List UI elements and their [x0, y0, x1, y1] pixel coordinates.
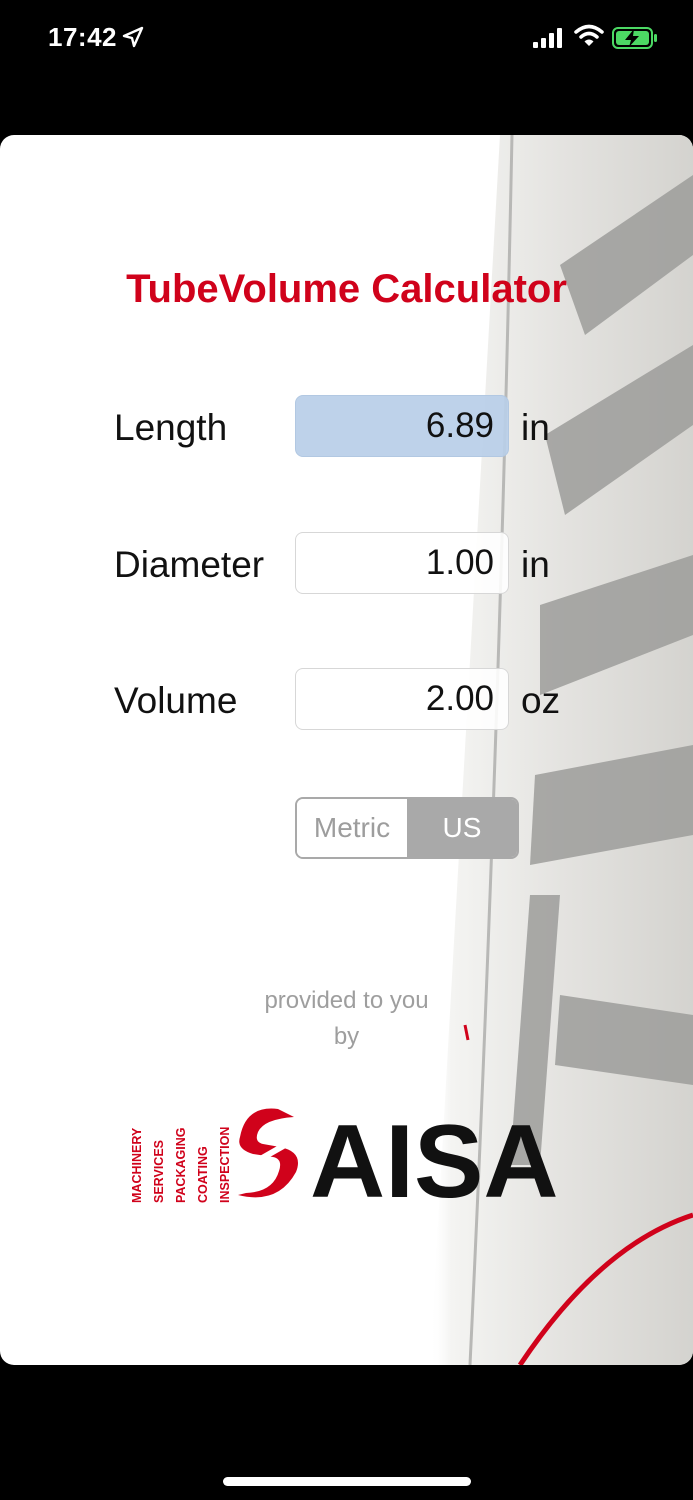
length-input[interactable]: 6.89: [295, 395, 509, 457]
unit-system-toggle[interactable]: Metric US: [295, 797, 519, 859]
app-title: TubeVolume Calculator: [126, 267, 567, 311]
location-icon: [122, 26, 144, 48]
diameter-unit: in: [521, 544, 550, 585]
saisa-logo: MACHINERY SERVICES PACKAGING COATING INS…: [130, 1104, 558, 1207]
segment-metric[interactable]: Metric: [297, 799, 407, 857]
svg-text:MACHINERY: MACHINERY: [130, 1127, 144, 1203]
svg-text:AISA: AISA: [310, 1104, 558, 1207]
length-label: Length: [114, 407, 228, 448]
status-time: 17:42: [48, 22, 117, 52]
length-unit: in: [521, 407, 550, 448]
diameter-label: Diameter: [114, 544, 265, 585]
credit-line-1: provided to you: [264, 987, 429, 1014]
calculator-card: TubeVolume Calculator Length 6.89 in Dia…: [0, 135, 693, 1365]
svg-text:INSPECTION: INSPECTION: [218, 1127, 232, 1203]
wifi-icon: [574, 24, 604, 46]
battery-charging-icon: [612, 27, 657, 49]
home-indicator[interactable]: [223, 1477, 471, 1486]
diameter-input[interactable]: 1.00: [295, 532, 509, 594]
status-bar: 17:42: [0, 0, 693, 80]
credit-line-2: by: [333, 1023, 360, 1050]
svg-text:PACKAGING: PACKAGING: [174, 1128, 188, 1203]
volume-label: Volume: [114, 680, 238, 721]
svg-text:COATING: COATING: [196, 1146, 210, 1203]
segment-us[interactable]: US: [407, 799, 517, 857]
volume-input[interactable]: 2.00: [295, 668, 509, 730]
signal-icon: [533, 28, 562, 48]
volume-unit: oz: [521, 680, 561, 721]
svg-text:SERVICES: SERVICES: [152, 1140, 166, 1203]
